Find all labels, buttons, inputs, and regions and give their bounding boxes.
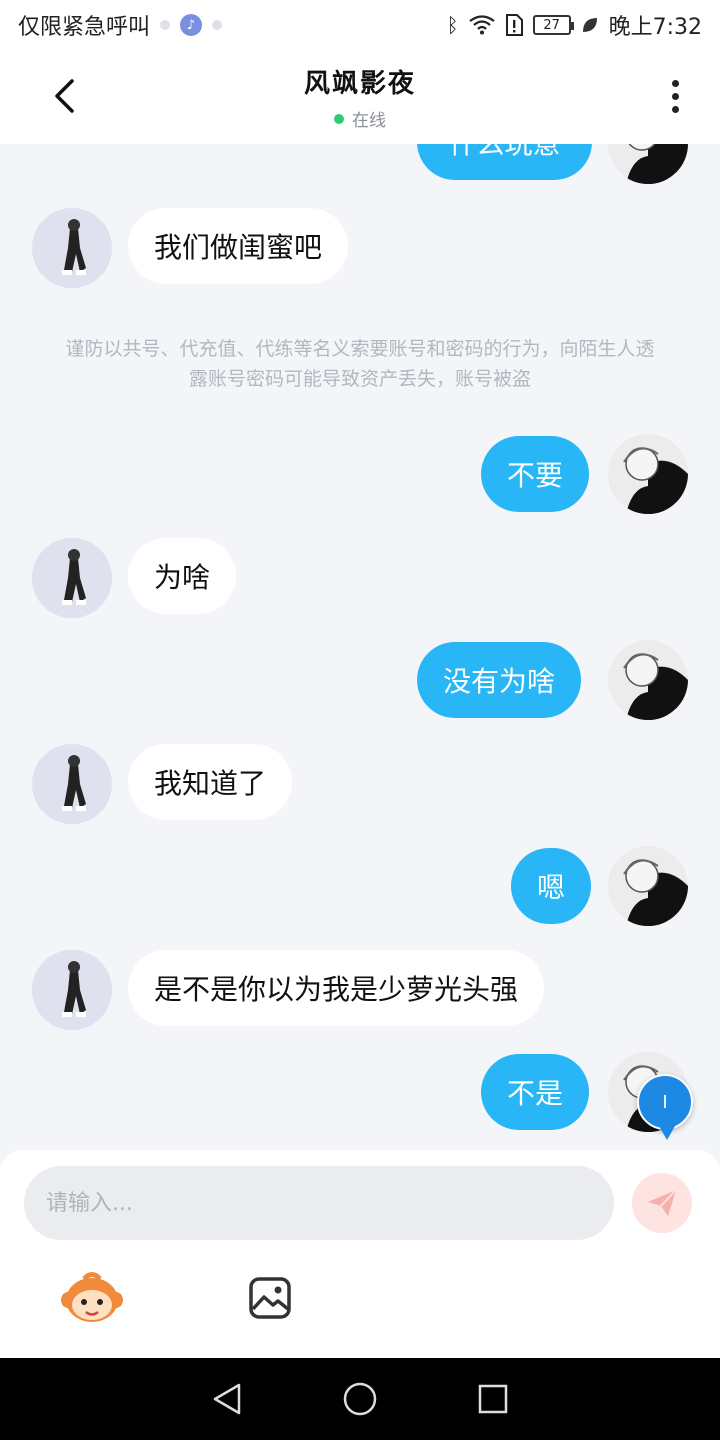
user-avatar-icon [608, 846, 688, 926]
contact-avatar[interactable] [32, 744, 112, 824]
contact-avatar[interactable] [32, 950, 112, 1030]
circle-home-icon [343, 1382, 377, 1416]
online-status: 在线 [304, 106, 416, 131]
my-avatar[interactable] [608, 640, 688, 720]
leaf-icon [582, 18, 597, 32]
message-bubble-me[interactable]: 没有为啥 [417, 642, 582, 718]
message-bubble-other[interactable]: 为啥 [128, 538, 237, 614]
status-right: ᛒ 27 晚上7:32 [447, 9, 702, 41]
system-nav-bar [0, 1358, 720, 1440]
battery-icon: 27 [532, 15, 574, 35]
my-avatar[interactable] [608, 434, 688, 514]
battery-level: 27 [543, 17, 560, 33]
user-avatar-icon [608, 144, 688, 184]
more-dot [671, 79, 679, 87]
user-avatar-icon [608, 434, 688, 514]
message-bubble-me[interactable]: 嗯 [511, 848, 592, 924]
notification-dot [160, 20, 171, 30]
message-bubble-other[interactable]: 我知道了 [128, 744, 293, 820]
contact-avatar-icon [32, 950, 112, 1030]
message-bubble-other[interactable]: 是不是你以为我是少萝光头强 [128, 950, 545, 1026]
status-left: 仅限紧急呼叫 ♪ [18, 9, 223, 41]
chat-header: 风飒影夜 在线 [0, 50, 720, 144]
music-icon: ♪ [180, 14, 203, 36]
contact-avatar[interactable] [32, 538, 112, 618]
online-dot [333, 113, 344, 124]
message-input[interactable] [24, 1166, 614, 1240]
send-button[interactable] [632, 1173, 692, 1233]
carrier-text: 仅限紧急呼叫 [18, 15, 151, 40]
message-bubble-me[interactable]: 不是 [481, 1054, 590, 1130]
online-label: 在线 [351, 111, 386, 131]
composer [0, 1150, 720, 1358]
my-avatar[interactable] [608, 846, 688, 926]
wifi-icon [468, 15, 495, 35]
status-bar: 仅限紧急呼叫 ♪ ᛒ 27 晚上7:32 [0, 0, 720, 50]
message-list[interactable]: 什么玩意 我们做闺蜜吧 谨防以共号、代充值、代练等名义索要账号和密码的行为，向陌… [0, 144, 720, 1150]
image-button[interactable] [246, 1274, 294, 1322]
chevron-left-icon [55, 79, 74, 113]
sim-alert-icon [505, 14, 523, 36]
emoji-button[interactable] [60, 1270, 124, 1326]
contact-info: 风飒影夜 在线 [304, 63, 416, 131]
user-avatar-icon [608, 640, 688, 720]
message-bubble-me[interactable]: 不要 [481, 436, 590, 512]
contact-avatar-icon [32, 538, 112, 618]
contact-avatar[interactable] [32, 208, 112, 288]
security-notice: 谨防以共号、代充值、代练等名义索要账号和密码的行为，向陌生人透露账号密码可能导致… [65, 338, 655, 390]
clock: 晚上7:32 [608, 15, 702, 40]
monkey-emoji-icon [61, 1272, 123, 1322]
notification-dot [212, 20, 223, 30]
contact-name: 风飒影夜 [303, 69, 416, 99]
floating-assistant-badge[interactable]: I [637, 1074, 693, 1140]
more-dot [671, 105, 679, 113]
more-options-button[interactable] [660, 76, 690, 116]
nav-back-button[interactable] [207, 1379, 247, 1419]
bluetooth-icon: ᛒ [446, 13, 459, 37]
contact-avatar-icon [32, 744, 112, 824]
more-dot [671, 92, 679, 100]
paper-plane-icon [648, 1189, 677, 1216]
image-icon [249, 1277, 291, 1319]
message-bubble-me[interactable]: 什么玩意 [417, 144, 592, 180]
message-bubble-other[interactable]: 我们做闺蜜吧 [128, 208, 349, 284]
contact-avatar-icon [32, 208, 112, 288]
my-avatar[interactable] [608, 144, 688, 184]
square-recents-icon [479, 1384, 508, 1414]
triangle-back-icon [213, 1383, 240, 1415]
back-button[interactable] [44, 76, 84, 116]
nav-home-button[interactable] [340, 1379, 380, 1419]
nav-recents-button[interactable] [473, 1379, 513, 1419]
